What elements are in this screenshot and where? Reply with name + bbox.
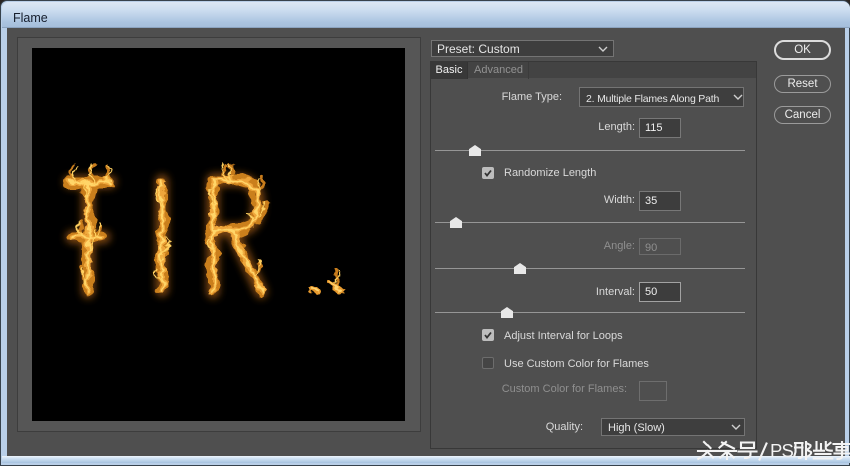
- svg-text:PS: PS: [770, 440, 793, 461]
